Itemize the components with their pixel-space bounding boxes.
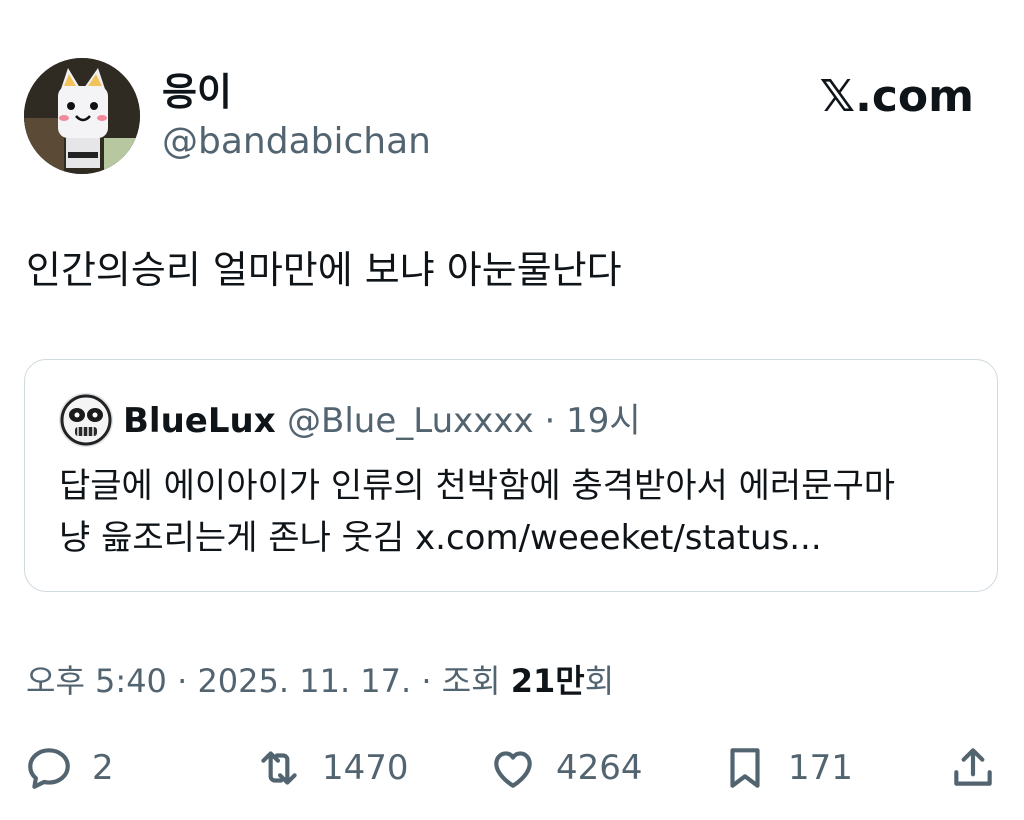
quoted-text-line: 냥 읊조리는게 존나 웃김 x.com/weeeket/status... <box>59 518 822 558</box>
bookmark-count: 171 <box>788 748 853 788</box>
views-value: 21만 <box>510 662 585 700</box>
separator: · <box>177 662 188 700</box>
like-count: 4264 <box>556 748 643 788</box>
bookmark-icon <box>730 748 760 788</box>
views-label: 조회 <box>441 662 501 700</box>
separator: · <box>544 401 556 441</box>
quoted-tweet-card[interactable]: BlueLux @Blue_Luxxxx · 19시 답글에 에이아이가 인류의… <box>24 359 998 592</box>
repost-button[interactable]: 1470 <box>254 742 409 794</box>
tweet-date[interactable]: 2025. 11. 17. <box>197 662 411 700</box>
author-display-name[interactable]: 응이 <box>162 70 232 114</box>
reply-button[interactable]: 2 <box>24 742 114 794</box>
author-handle[interactable]: @bandabichan <box>162 120 431 164</box>
tweet-text: 인간의승리 얼마만에 보냐 아눈물난다 <box>26 248 622 292</box>
quoted-time[interactable]: 19시 <box>566 401 641 441</box>
brand-watermark: 𝕏.com <box>819 71 974 122</box>
bookmark-button[interactable]: 171 <box>720 742 853 794</box>
quoted-text-line: 답글에 에이아이가 인류의 천박함에 충격받아서 에러문구마 <box>59 466 896 506</box>
quoted-display-name[interactable]: BlueLux <box>123 400 276 442</box>
repost-icon <box>261 751 297 785</box>
reply-count: 2 <box>92 748 114 788</box>
like-button[interactable]: 4264 <box>488 742 643 794</box>
share-icon <box>954 748 992 786</box>
quoted-meta: @Blue_Luxxxx · 19시 <box>287 400 641 442</box>
quoted-author-avatar[interactable] <box>59 393 113 447</box>
avatar-image <box>24 58 140 174</box>
reply-icon <box>28 748 70 789</box>
views-suffix: 회 <box>584 662 615 700</box>
quoted-avatar-image <box>59 393 113 447</box>
quoted-tweet-text: 답글에 에이아이가 인류의 천박함에 충격받아서 에러문구마 냥 읊조리는게 존… <box>59 460 979 564</box>
like-icon <box>494 751 532 788</box>
tweet-meta: 오후 5:40 · 2025. 11. 17. · 조회 21만회 <box>26 660 614 702</box>
author-avatar[interactable] <box>24 58 140 174</box>
quoted-handle[interactable]: @Blue_Luxxxx <box>287 401 534 441</box>
tweet-time[interactable]: 오후 5:40 <box>26 662 167 700</box>
repost-count: 1470 <box>322 748 409 788</box>
share-button[interactable] <box>948 742 998 794</box>
separator: · <box>421 662 432 700</box>
